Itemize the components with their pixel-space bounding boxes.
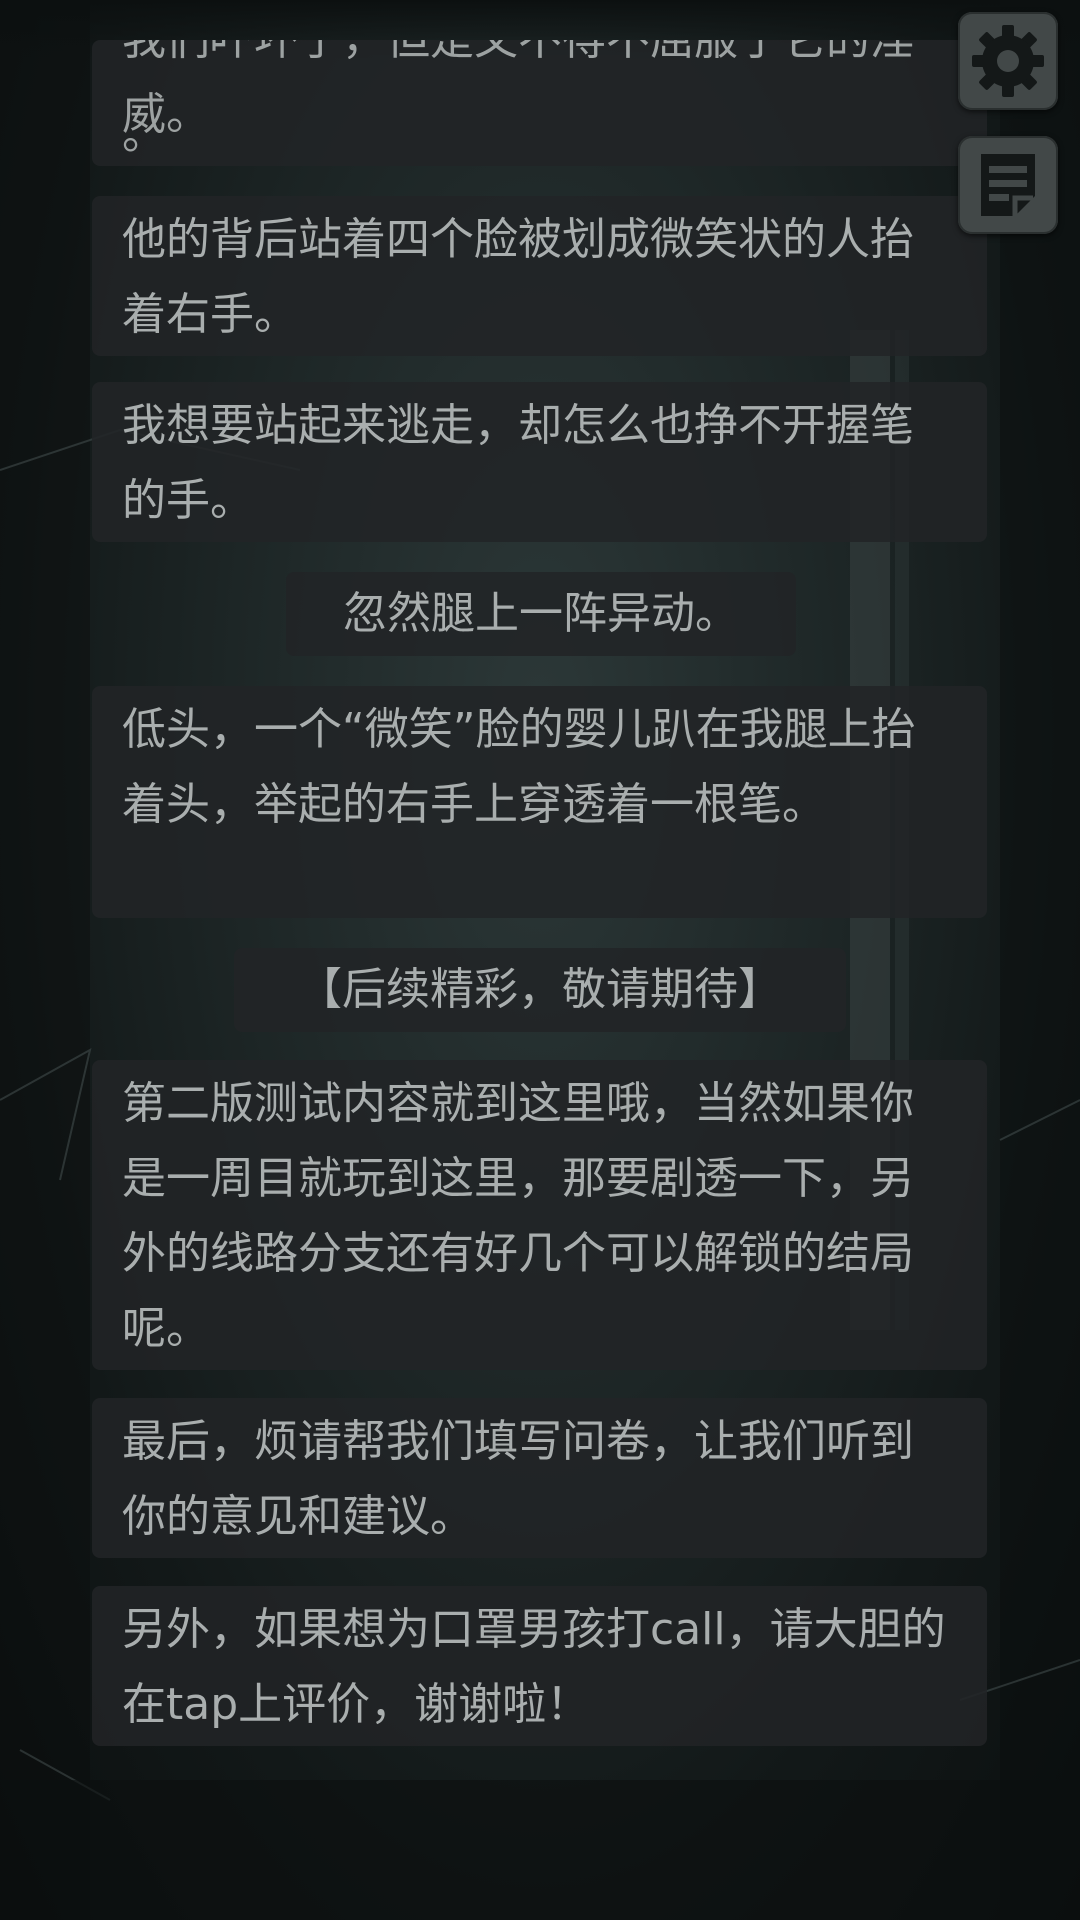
message-bubble: 他的背后站着四个脸被划成微笑状的人抬着右手。: [92, 196, 987, 356]
message-bubble: 我们吓坏了，但是又不得不屈服于它的淫威。 。: [92, 40, 987, 166]
message-bubble: 第二版测试内容就到这里哦，当然如果你是一周目就玩到这里，那要剧透一下，另外的线路…: [92, 1060, 987, 1370]
message-text: 另外，如果想为口罩男孩打call，请大胆的在tap上评价，谢谢啦！: [122, 1604, 946, 1730]
message-bubble: 我想要站起来逃走，却怎么也挣不开握笔的手。: [92, 382, 987, 542]
message-bubble: 忽然腿上一阵异动。: [286, 572, 796, 656]
message-text: 低头，一个“微笑”脸的婴儿趴在我腿上抬着头，举起的右手上穿透着一根笔。: [122, 704, 916, 830]
message-bubble: 另外，如果想为口罩男孩打call，请大胆的在tap上评价，谢谢啦！: [92, 1586, 987, 1746]
message-text: 我想要站起来逃走，却怎么也挣不开握笔的手。: [122, 400, 914, 526]
message-text: 他的背后站着四个脸被划成微笑状的人抬着右手。: [122, 214, 914, 340]
message-text: 最后，烦请帮我们填写问卷，让我们听到你的意见和建议。: [122, 1416, 914, 1542]
message-text: 忽然腿上一阵异动。: [343, 588, 739, 639]
game-screen: 我们吓坏了，但是又不得不屈服于它的淫威。 。 他的背后站着四个脸被划成微笑状的人…: [0, 0, 1080, 1920]
message-bubble: 【后续精彩，敬请期待】: [234, 948, 846, 1032]
message-text: 【后续精彩，敬请期待】: [298, 964, 782, 1015]
message-text-clipped: 我们吓坏了，但是又不得不屈服于它的淫威。: [122, 40, 914, 140]
message-bubble: 低头，一个“微笑”脸的婴儿趴在我腿上抬着头，举起的右手上穿透着一根笔。: [92, 686, 987, 918]
message-text-tail: 。: [122, 108, 166, 160]
message-text: 第二版测试内容就到这里哦，当然如果你是一周目就玩到这里，那要剧透一下，另外的线路…: [122, 1078, 914, 1354]
settings-button[interactable]: [958, 12, 1058, 110]
log-button[interactable]: [958, 136, 1058, 234]
message-bubble: 最后，烦请帮我们填写问卷，让我们听到你的意见和建议。: [92, 1398, 987, 1558]
notes-icon: [981, 154, 1035, 216]
gear-icon: [972, 25, 1044, 97]
